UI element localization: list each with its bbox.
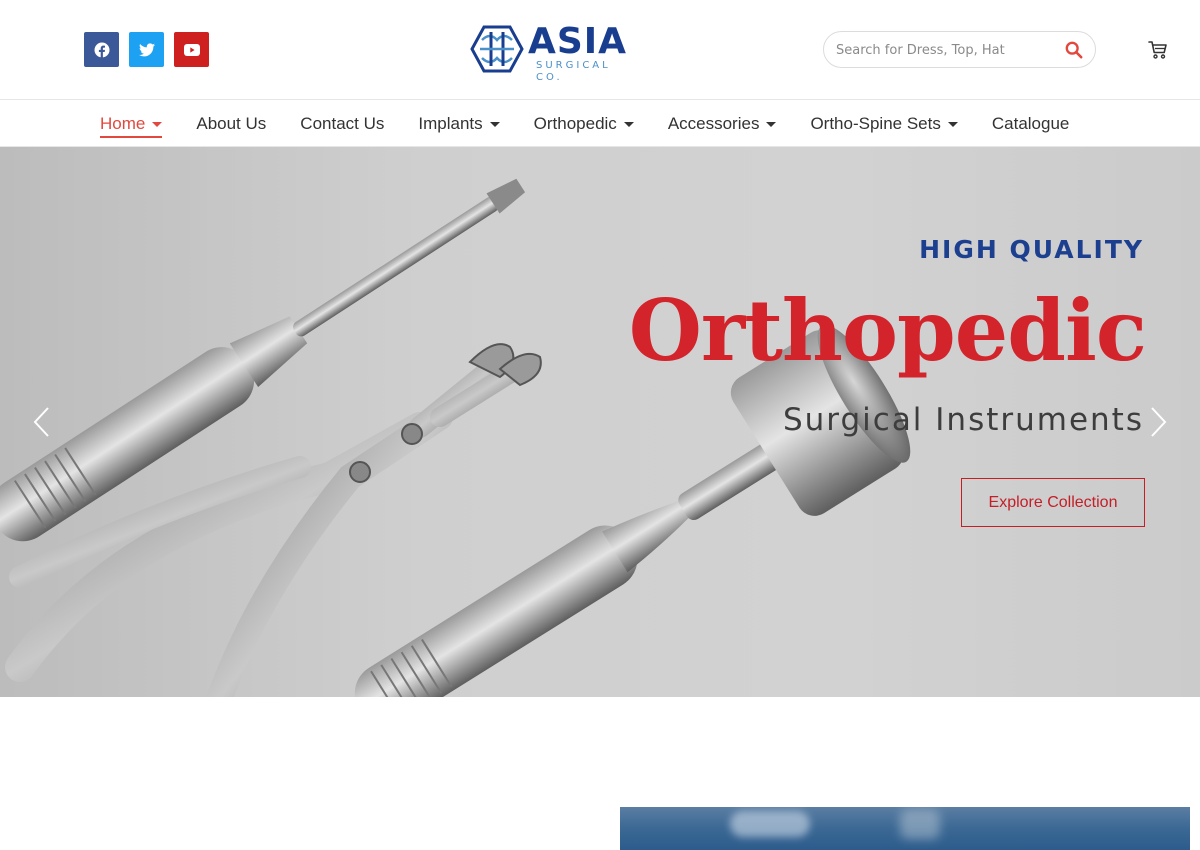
main-nav: Home About Us Contact Us Implants Orthop…	[0, 100, 1200, 147]
image-detail	[900, 809, 940, 839]
nav-item-orthopedic[interactable]: Orthopedic	[534, 100, 634, 147]
nav-label: Orthopedic	[533, 113, 617, 133]
social-links	[84, 32, 209, 67]
featured-image	[620, 807, 1190, 850]
chevron-down-icon	[489, 122, 500, 127]
nav-item-catalogue[interactable]: Catalogue	[992, 100, 1070, 147]
image-detail	[730, 811, 810, 837]
chevron-down-icon	[766, 122, 777, 127]
nav-label: Contact Us	[300, 113, 385, 133]
chevron-down-icon	[623, 122, 634, 127]
chevron-down-icon	[947, 122, 958, 127]
hero-kicker: HIGH QUALITY	[919, 235, 1144, 264]
hero-slider: HIGH QUALITY Orthopedic Surgical Instrum…	[0, 147, 1200, 697]
hero-subheadline: Surgical Instruments	[782, 402, 1144, 438]
logo-mark-icon	[470, 25, 524, 73]
nav-label: Accessories	[667, 113, 760, 133]
site-logo[interactable]: ASIA SURGICAL CO.	[470, 21, 640, 83]
chevron-right-icon[interactable]	[1146, 405, 1170, 439]
nav-label: Catalogue	[991, 113, 1070, 133]
nav-label: About Us	[196, 113, 267, 133]
search-icon[interactable]	[1065, 41, 1083, 59]
logo-title: ASIA	[528, 21, 628, 62]
twitter-icon	[138, 42, 155, 56]
cart-icon[interactable]	[1148, 40, 1168, 60]
nav-item-accessories[interactable]: Accessories	[668, 100, 777, 147]
nav-label: Home	[100, 113, 146, 133]
hero-headline: Orthopedic	[628, 281, 1147, 380]
facebook-link[interactable]	[84, 32, 119, 67]
nav-item-implants[interactable]: Implants	[418, 100, 500, 147]
youtube-link[interactable]	[174, 32, 209, 67]
youtube-icon	[183, 43, 200, 56]
chevron-left-icon[interactable]	[30, 405, 54, 439]
nav-label: Implants	[418, 113, 483, 133]
nav-item-about-us[interactable]: About Us	[196, 100, 266, 147]
search-input[interactable]	[836, 40, 1056, 60]
nav-item-home[interactable]: Home	[100, 100, 163, 147]
twitter-link[interactable]	[129, 32, 164, 67]
facebook-icon	[94, 42, 109, 57]
search-box	[823, 31, 1096, 68]
logo-subtitle: SURGICAL CO.	[536, 60, 611, 83]
nav-label: Ortho-Spine Sets	[810, 113, 941, 133]
nav-item-contact-us[interactable]: Contact Us	[300, 100, 384, 147]
explore-collection-button[interactable]: Explore Collection	[961, 478, 1145, 527]
nav-item-ortho-spine-sets[interactable]: Ortho-Spine Sets	[810, 100, 958, 147]
chevron-down-icon	[152, 122, 163, 127]
site-header: ASIA SURGICAL CO.	[0, 0, 1200, 100]
